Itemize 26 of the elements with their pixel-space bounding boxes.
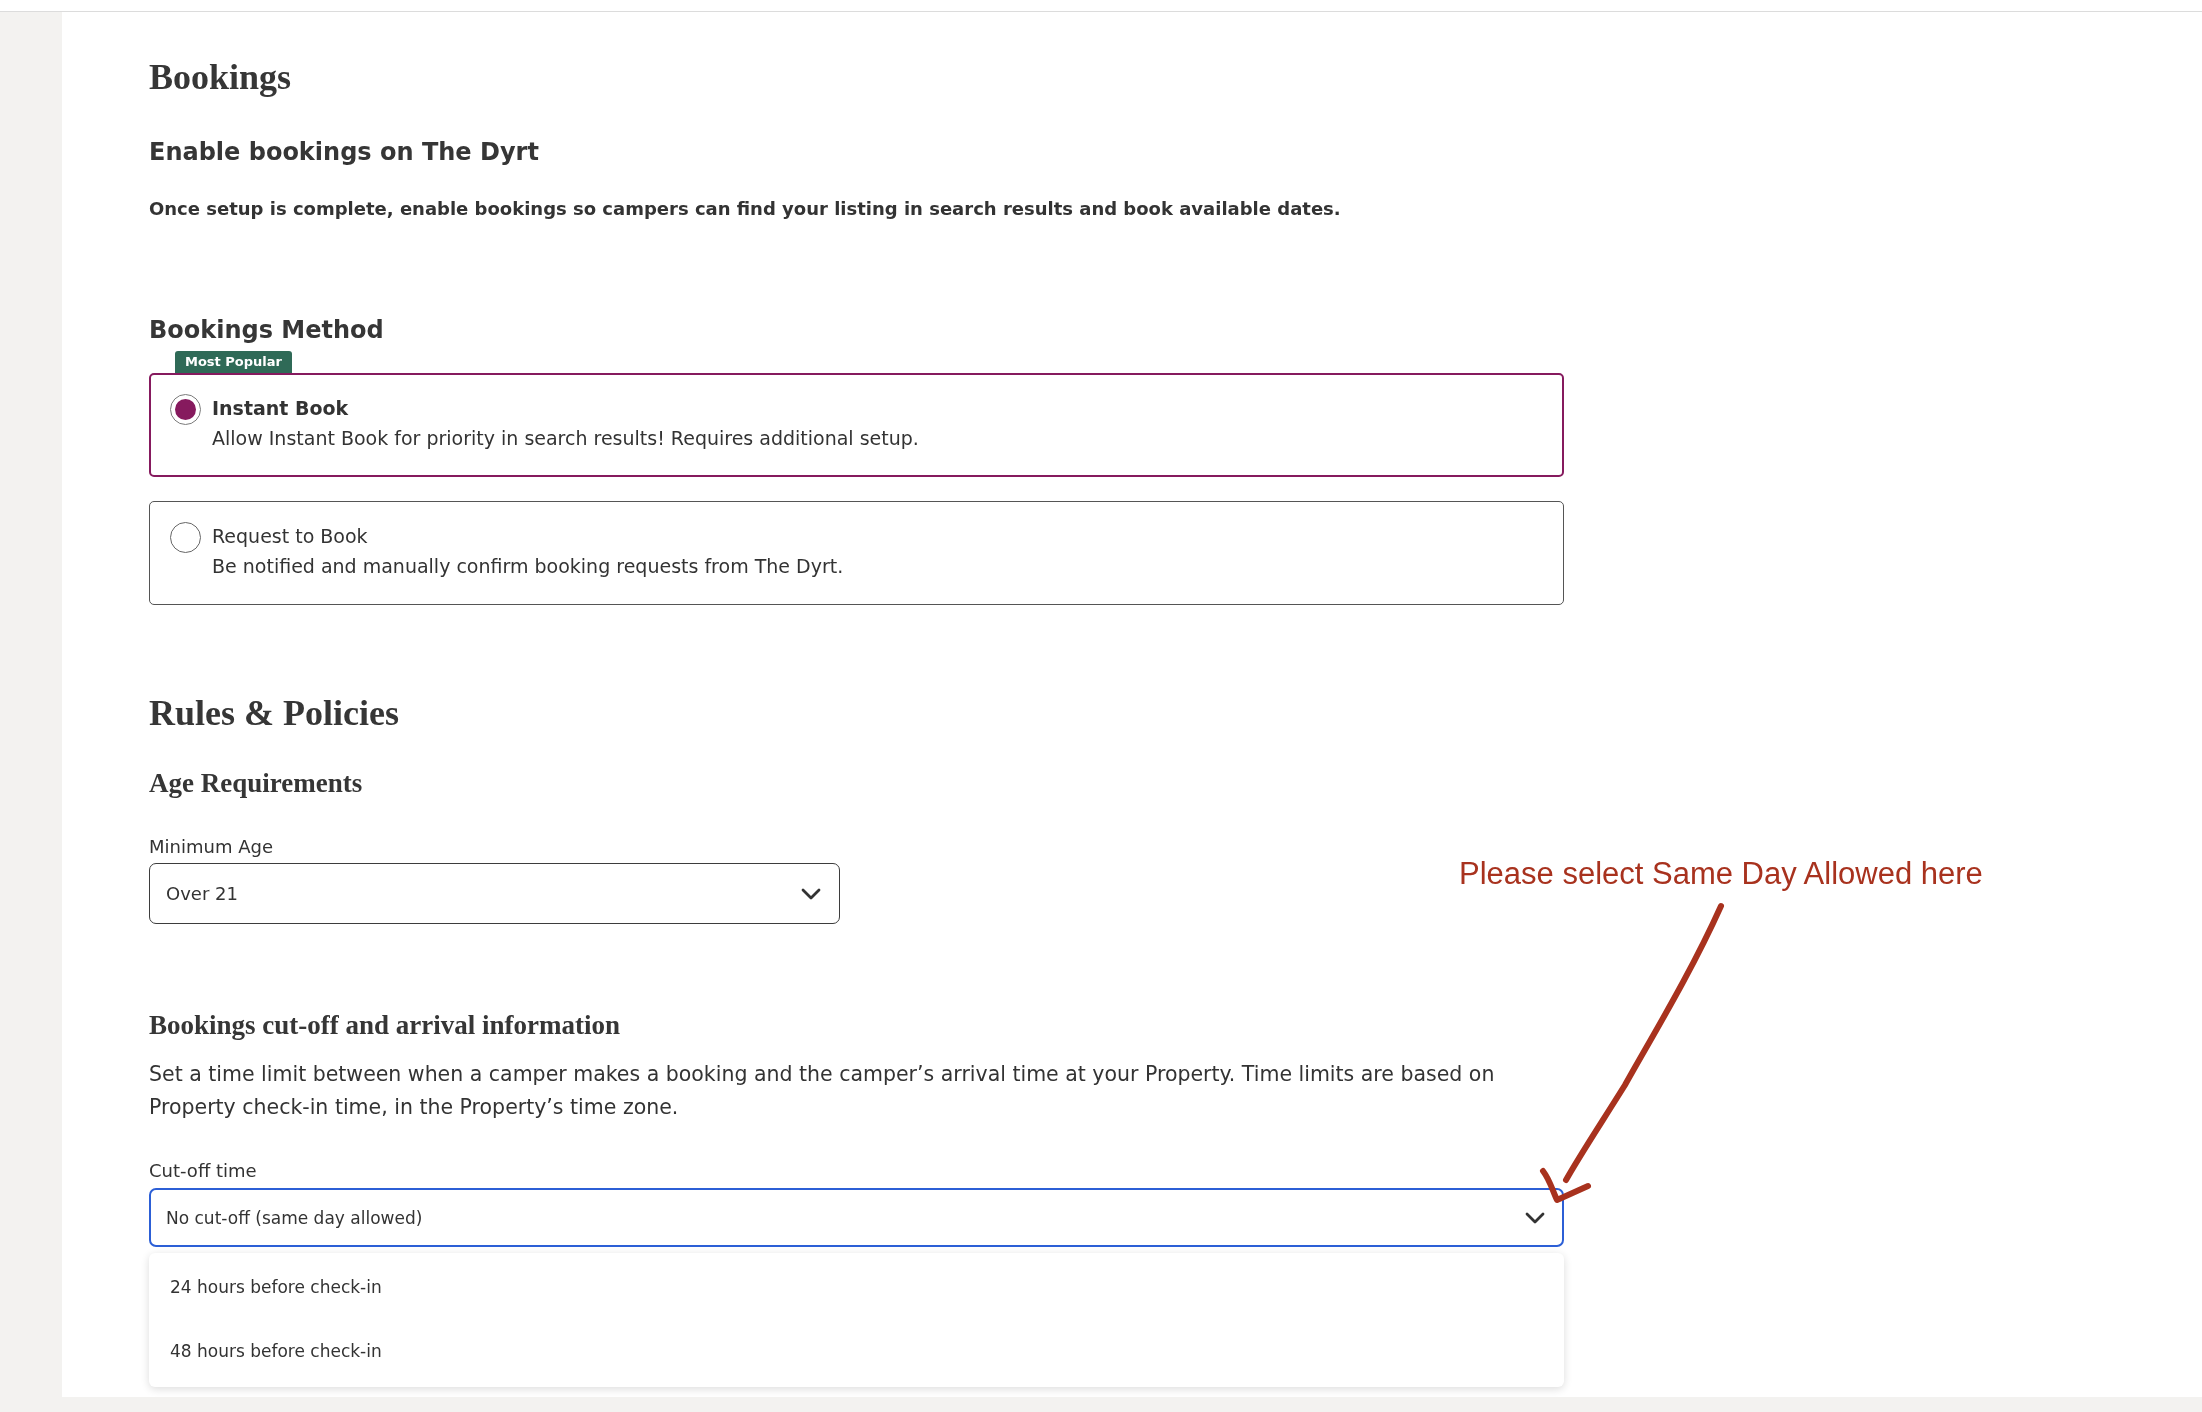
section-description: Once setup is complete, enable bookings so campers can find your listing in search results and book available dates.: [149, 197, 1341, 221]
dropdown-option[interactable]: 24 hours before check-in: [149, 1255, 1564, 1319]
dropdown-select[interactable]: Over 21: [149, 863, 840, 924]
popular-badge: Most Popular: [175, 351, 292, 373]
option-title: Instant Book: [212, 396, 350, 421]
option-description: Be notified and manually confirm booking requests from The Dyrt.: [212, 554, 844, 579]
annotation-text: Please select Same Day Allowed here: [1459, 856, 1983, 892]
subsection-heading: Bookings cut-off and arrival information: [149, 1010, 620, 1040]
radio-button[interactable]: [170, 522, 201, 553]
radio-option-card[interactable]: Instant Book Allow Instant Book for priority in search results! Requires additional setup.: [149, 373, 1564, 477]
section-subtitle: Bookings Method: [149, 315, 384, 346]
radio-button[interactable]: [170, 394, 201, 425]
dropdown-select[interactable]: No cut-off (same day allowed): [149, 1188, 1564, 1247]
field-label: Minimum Age: [149, 835, 273, 859]
dropdown-option[interactable]: 48 hours before check-in: [149, 1319, 1564, 1383]
option-title: Request to Book: [212, 524, 369, 549]
section-heading: Rules & Policies: [149, 692, 399, 734]
chevron-down-icon: [1525, 1211, 1545, 1224]
chevron-down-icon: [801, 887, 821, 900]
section-subtitle: Enable bookings on The Dyrt: [149, 137, 539, 168]
section-description: Set a time limit between when a camper makes a booking and the camper’s arrival time at your Property. Time limits are based on Property check-in time, in the Property’s time zone.: [149, 1061, 1496, 1121]
radio-option-card[interactable]: Request to Book Be notified and manually confirm booking requests from The Dyrt.: [149, 501, 1564, 605]
subsection-heading: Age Requirements: [149, 768, 363, 798]
field-label: Cut-off time: [149, 1159, 257, 1183]
option-description: Allow Instant Book for priority in search results! Requires additional setup.: [212, 426, 919, 451]
page-title: Bookings: [149, 57, 292, 97]
